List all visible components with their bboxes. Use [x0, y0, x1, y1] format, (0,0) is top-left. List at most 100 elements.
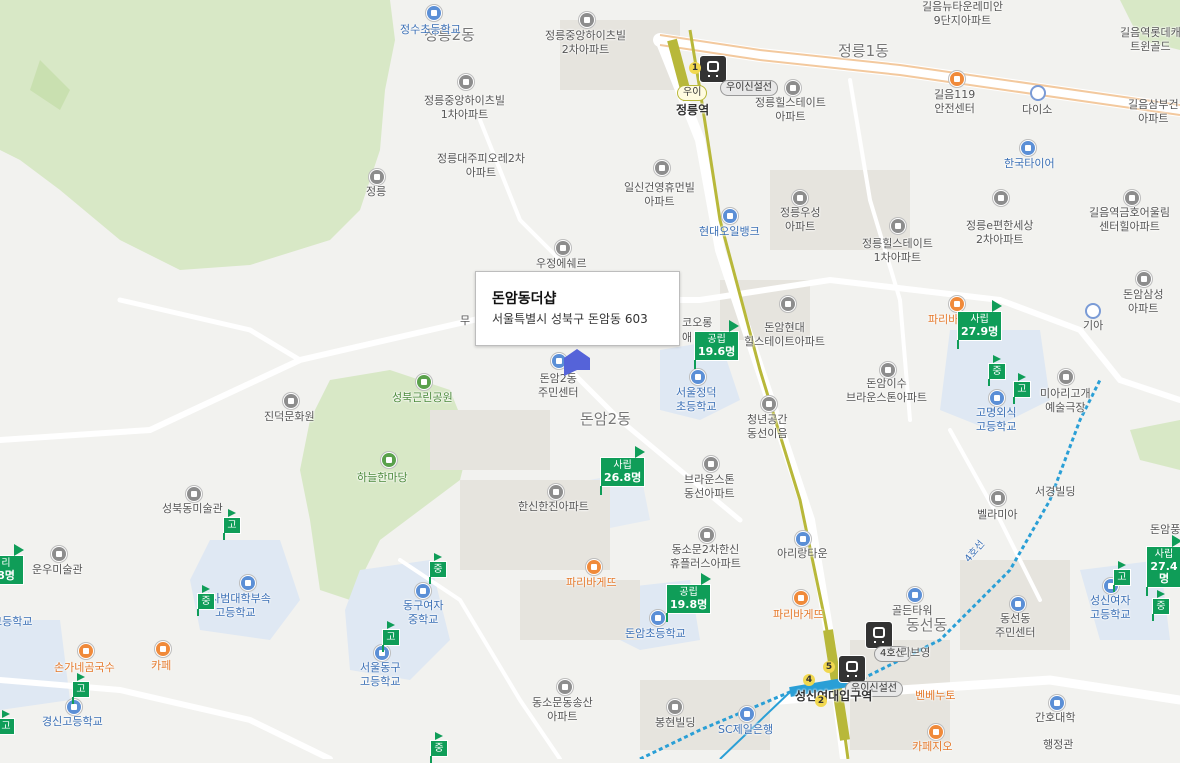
poi-label[interactable]: 벤베누토	[915, 689, 955, 703]
poi-label[interactable]: 돈암현대 힐스테이트아파트	[744, 321, 825, 349]
poi-label[interactable]: 경신고등학교	[42, 715, 103, 729]
station-label[interactable]: 성신여대입구역	[795, 689, 872, 703]
poi-label[interactable]: 정릉힐스테이트 아파트	[755, 96, 826, 124]
middle-school-flag[interactable]: 중	[1152, 590, 1170, 621]
bakery-icon[interactable]	[793, 590, 809, 606]
apartment-icon[interactable]	[785, 80, 801, 96]
apartment-icon[interactable]	[993, 190, 1009, 206]
school-icon[interactable]	[426, 5, 442, 21]
poi-label[interactable]: 서울정덕 초등학교	[676, 386, 716, 414]
museum-icon[interactable]	[186, 486, 202, 502]
poi-label[interactable]: 파리바게뜨	[773, 608, 824, 622]
poi-label[interactable]: 우정에쉐르	[536, 257, 587, 271]
poi-label[interactable]: 동소문2차한신 휴플러스아파트	[670, 543, 741, 571]
school-ratio-flag[interactable]: 공립 19.8명	[666, 573, 712, 622]
subway-station-icon[interactable]	[699, 55, 727, 83]
poi-label[interactable]: 성북동미술관	[162, 502, 223, 516]
poi-label[interactable]: 일신건영휴먼빌 아파트	[624, 181, 695, 209]
poi-label[interactable]: 정릉	[366, 185, 386, 199]
poi-label[interactable]: 카페지오	[912, 740, 952, 754]
poi-label[interactable]: 무	[460, 314, 470, 328]
high-school-flag[interactable]: 고	[1013, 373, 1031, 404]
tire-shop-icon[interactable]	[1020, 140, 1036, 156]
school-ratio-flag[interactable]: 리 8명	[0, 544, 24, 585]
park-icon[interactable]	[381, 452, 397, 468]
poi-label[interactable]: 길음역금호어울림 센터힐아파트	[1089, 206, 1170, 234]
poi-label[interactable]: 성신여자 고등학교	[1090, 594, 1130, 622]
poi-label[interactable]: 정릉힐스테이트 1차아파트	[862, 237, 933, 265]
poi-label[interactable]: 한신한진아파트	[518, 500, 589, 514]
middle-school-flag[interactable]: 중	[429, 553, 447, 584]
cafe-icon[interactable]	[928, 724, 944, 740]
high-school-flag[interactable]: 고	[0, 710, 15, 735]
building-icon[interactable]	[907, 587, 923, 603]
poi-label[interactable]: 돈암삼성 아파트	[1123, 288, 1163, 316]
high-school-flag[interactable]: 고	[382, 621, 400, 652]
poi-label[interactable]: 행정관	[1043, 738, 1073, 752]
high-school-flag[interactable]: 고	[72, 673, 90, 704]
school-icon[interactable]	[989, 390, 1005, 406]
middle-school-flag[interactable]: 중	[197, 585, 215, 616]
school-icon[interactable]	[415, 583, 431, 599]
poi-label[interactable]: 정릉중앙하이츠빌 1차아파트	[424, 94, 505, 122]
apartment-icon[interactable]	[1124, 190, 1140, 206]
poi-label[interactable]: 운우미술관	[32, 563, 83, 577]
apartment-icon[interactable]	[555, 240, 571, 256]
poi-label[interactable]: 서경빌딩	[1035, 485, 1075, 499]
culture-center-icon[interactable]	[283, 393, 299, 409]
poi-label[interactable]: 현대오일뱅크	[699, 225, 760, 239]
poi-label[interactable]: 청년공간 동선이음	[747, 413, 787, 441]
middle-school-flag[interactable]: 중	[430, 732, 448, 763]
poi-label[interactable]: 정릉e편한세상 2차아파트	[966, 219, 1034, 247]
poi-label[interactable]: 코오롱	[682, 316, 712, 330]
poi-label[interactable]: 간호대학	[1035, 711, 1075, 725]
government-office-icon[interactable]	[1010, 596, 1026, 612]
school-ratio-flag[interactable]: 공립 19.6명	[694, 320, 740, 369]
poi-label[interactable]: 돈암이수 브라운스톤아파트	[846, 377, 927, 405]
building-icon[interactable]	[667, 699, 683, 715]
apartment-icon[interactable]	[699, 527, 715, 543]
landmark-icon[interactable]	[369, 169, 385, 185]
school-ratio-flag[interactable]: 사립 26.8명	[600, 446, 646, 495]
building-icon[interactable]	[795, 531, 811, 547]
apartment-icon[interactable]	[458, 74, 474, 90]
community-icon[interactable]	[761, 396, 777, 412]
school-icon[interactable]	[240, 575, 256, 591]
poi-label[interactable]: 진덕문화원	[264, 410, 315, 424]
high-school-flag[interactable]: 고	[1113, 561, 1131, 592]
poi-label[interactable]: 기아	[1083, 319, 1103, 333]
park-icon[interactable]	[416, 374, 432, 390]
school-icon[interactable]	[690, 369, 706, 385]
poi-label[interactable]: 동선동 주민센터	[995, 612, 1035, 640]
apartment-icon[interactable]	[579, 12, 595, 28]
apartment-icon[interactable]	[792, 190, 808, 206]
apartment-icon[interactable]	[890, 218, 906, 234]
apartment-icon[interactable]	[880, 362, 896, 378]
poi-label[interactable]: 골든타워	[892, 604, 932, 618]
high-school-flag[interactable]: 고	[223, 509, 241, 540]
poi-label[interactable]: 정릉중앙하이츠빌 2차아파트	[545, 29, 626, 57]
school-ratio-flag[interactable]: 사립 27.4명	[1146, 535, 1180, 596]
poi-label[interactable]: 동구여자 중학교	[403, 599, 443, 627]
place-info-popup[interactable]: 돈암동더샵 서울특별시 성북구 돈암동 603	[475, 271, 680, 346]
station-label[interactable]: 정릉역	[676, 103, 709, 117]
apartment-icon[interactable]	[548, 484, 564, 500]
apartment-icon[interactable]	[780, 296, 796, 312]
house-marker-icon[interactable]	[562, 348, 592, 378]
station-line-pill[interactable]: 우이신설선	[720, 80, 778, 96]
school-icon[interactable]	[650, 610, 666, 626]
subway-station-icon[interactable]	[865, 621, 893, 649]
poi-label[interactable]: 길음뉴타운레미안 9단지아파트	[922, 0, 1003, 28]
poi-label[interactable]: 고명외식 고등학교	[976, 406, 1016, 434]
poi-label[interactable]: 한국타이어	[1004, 157, 1055, 171]
poi-label[interactable]: 브라운스톤 동선아파트	[684, 473, 735, 501]
university-icon[interactable]	[1049, 695, 1065, 711]
poi-label[interactable]: 벨라미아	[977, 508, 1017, 522]
poi-label[interactable]: 파리바게뜨	[566, 576, 617, 590]
poi-label[interactable]: 길음119 안전센터	[934, 88, 975, 116]
restaurant-icon[interactable]	[990, 490, 1006, 506]
apartment-icon[interactable]	[654, 160, 670, 176]
bakery-icon[interactable]	[586, 559, 602, 575]
poi-label[interactable]: 미아리고개 예술극장	[1040, 387, 1091, 415]
poi-label[interactable]: SC제일은행	[718, 723, 773, 737]
